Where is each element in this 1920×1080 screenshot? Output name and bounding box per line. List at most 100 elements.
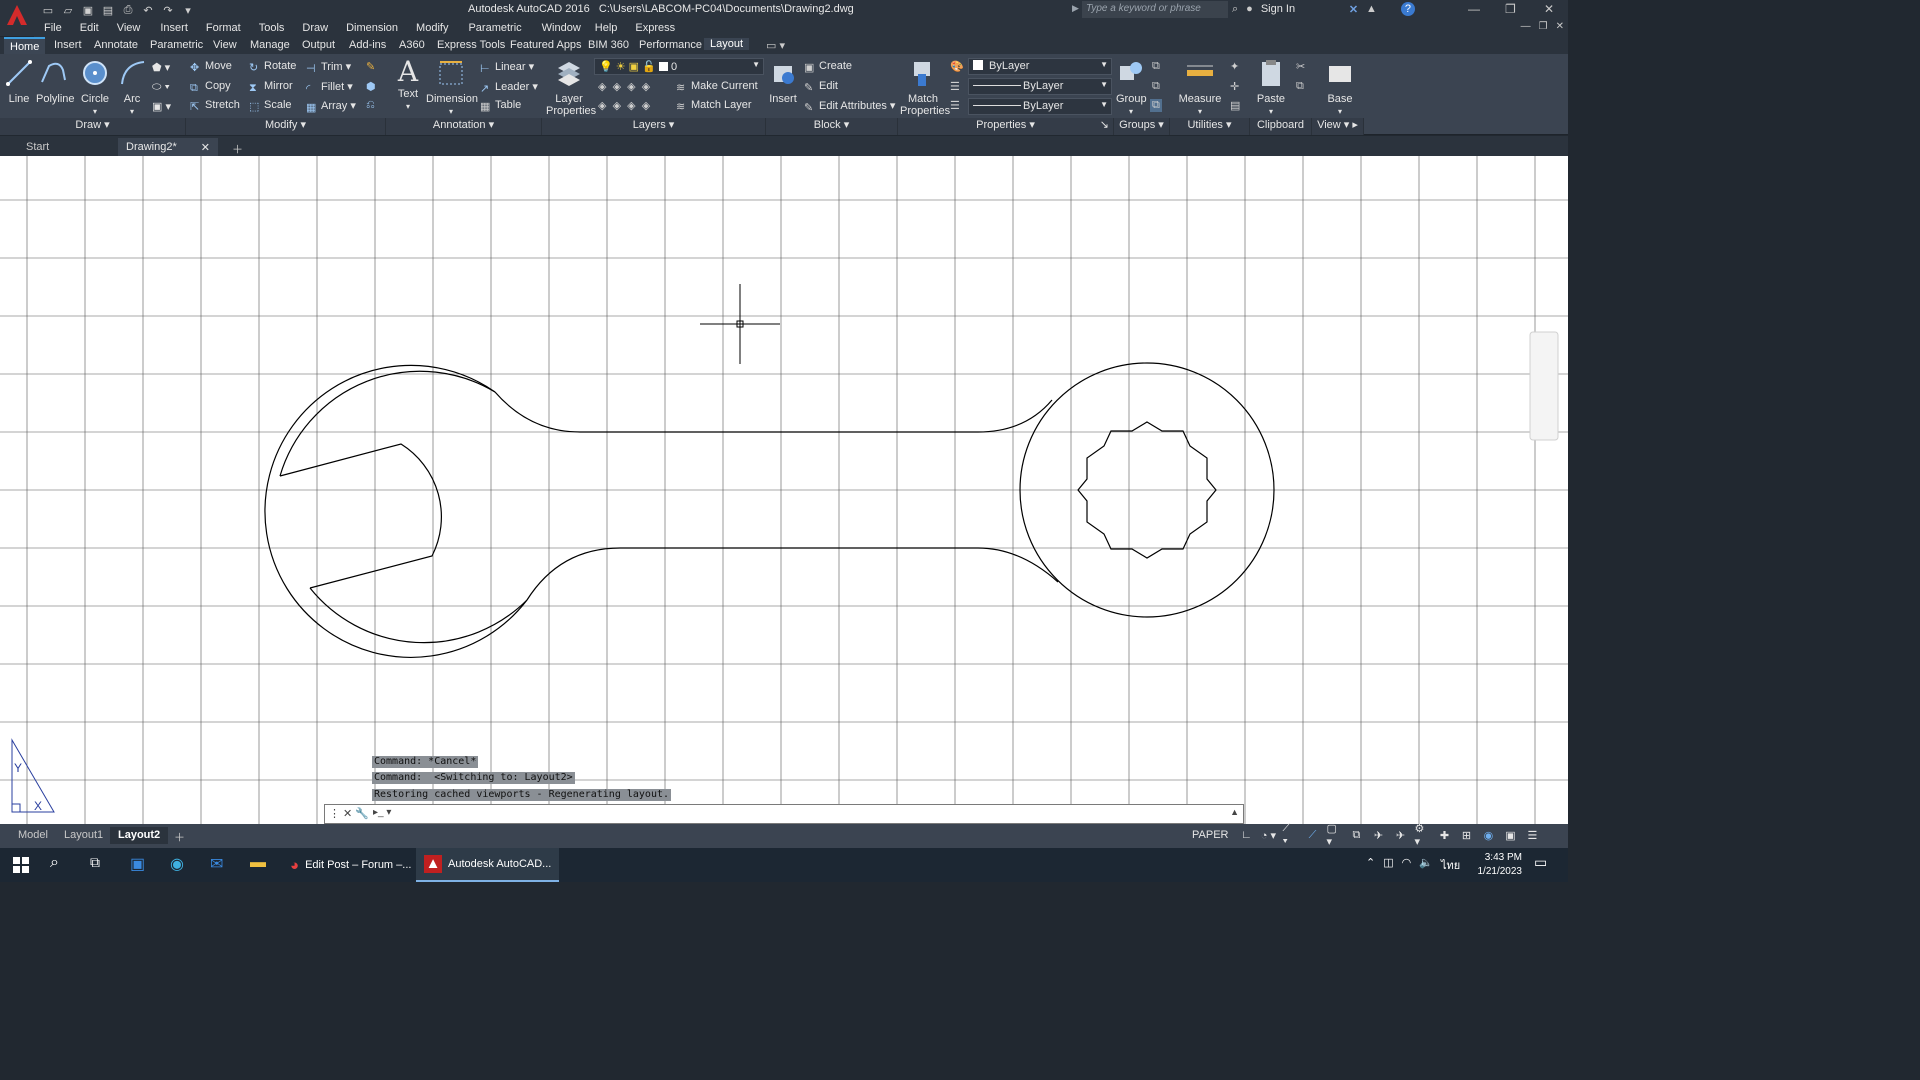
table-button[interactable]: ▦ Table xyxy=(480,99,521,113)
match-layer-button[interactable]: ≋ Match Layer xyxy=(676,99,752,113)
calculator-icon[interactable]: ▤ xyxy=(1230,99,1240,112)
menu-insert[interactable]: Insert xyxy=(160,20,188,37)
object-snap-tracking-icon[interactable]: ⟋ ▾ xyxy=(1282,822,1298,847)
open-icon[interactable]: ▱ xyxy=(60,2,76,18)
notifications-icon[interactable]: ▭ xyxy=(1534,854,1556,876)
layers-panel-label[interactable]: Layers ▾ xyxy=(542,118,766,135)
insert-tool[interactable]: Insert xyxy=(768,58,798,105)
taskbar-chrome[interactable]: ◕ Edit Post – Forum –... xyxy=(282,848,419,882)
paper-space-toggle[interactable]: PAPER xyxy=(1192,829,1228,841)
color-wheel-icon[interactable]: 🎨 xyxy=(950,60,964,73)
copy-button[interactable]: ⧉ Copy xyxy=(190,80,231,94)
polyline-tool[interactable]: Polyline xyxy=(36,58,75,105)
mail-icon[interactable]: ✉ xyxy=(210,854,232,876)
rotate-button[interactable]: ↻ Rotate xyxy=(249,60,296,74)
customization-icon[interactable]: ☰ xyxy=(1524,827,1540,843)
trim-button[interactable]: ⊣ Trim ▾ xyxy=(306,60,351,75)
explode-icon[interactable]: ⬢ xyxy=(366,80,376,93)
tab-insert[interactable]: Insert xyxy=(54,39,82,51)
tab-express-tools[interactable]: Express Tools xyxy=(437,39,505,51)
redo-icon[interactable]: ↷ xyxy=(160,2,176,18)
doc-minimize-icon[interactable]: — xyxy=(1521,21,1531,32)
ribbon-toggle-icon[interactable]: ▭ ▾ xyxy=(766,39,785,52)
command-history-toggle-icon[interactable]: ▲ xyxy=(1230,807,1239,817)
linear-button[interactable]: ⊢ Linear ▾ xyxy=(480,60,534,75)
menu-view[interactable]: View xyxy=(117,20,141,37)
tab-layout1[interactable]: Layout1 xyxy=(56,827,111,844)
paste-tool[interactable]: Paste ▾ xyxy=(1256,58,1286,117)
text-tool[interactable]: A Text ▾ xyxy=(394,56,422,112)
draw-panel-label[interactable]: Draw ▾ xyxy=(0,118,186,135)
exchange-icon[interactable]: ✕ xyxy=(1349,3,1358,16)
arc-tool[interactable]: Arc ▾ xyxy=(118,58,146,117)
qat-dropdown-icon[interactable]: ▾ xyxy=(180,2,196,18)
command-line-input[interactable]: ⋮ ✕ 🔧 ▸_ ▾ ▲ xyxy=(324,804,1244,824)
array-button[interactable]: ▦ Array ▾ xyxy=(306,99,356,114)
isometric-icon[interactable]: ⟋ xyxy=(1304,827,1320,843)
help-icon[interactable]: ? xyxy=(1400,2,1415,16)
properties-panel-label[interactable]: Properties ▾ ↘ xyxy=(898,118,1114,135)
task-view-icon[interactable]: ⧉ xyxy=(90,854,112,876)
edit-attributes-button[interactable]: ✎ Edit Attributes ▾ xyxy=(804,99,895,114)
close-icon[interactable]: ✕ xyxy=(1544,2,1554,16)
command-prompt-icon[interactable]: ▸_ ▾ xyxy=(373,807,391,818)
edge-icon[interactable]: ◉ xyxy=(170,854,192,876)
mirror-button[interactable]: ⧗ Mirror xyxy=(249,80,293,94)
search-expand-icon[interactable]: ▶ xyxy=(1072,3,1079,14)
groups-panel-label[interactable]: Groups ▾ xyxy=(1114,118,1170,135)
menu-dimension[interactable]: Dimension xyxy=(346,20,398,37)
layer-properties-tool[interactable]: Layer Properties xyxy=(546,58,596,117)
tab-start[interactable]: Start xyxy=(18,138,116,156)
minimize-icon[interactable]: — xyxy=(1468,2,1480,16)
clipboard-panel-label[interactable]: Clipboard xyxy=(1250,118,1312,135)
auto-scale-icon[interactable]: ✈ xyxy=(1392,827,1408,843)
line-tool[interactable]: Line xyxy=(4,58,34,105)
menu-edit[interactable]: Edit xyxy=(80,20,99,37)
menu-modify[interactable]: Modify xyxy=(416,20,448,37)
command-grip-icon[interactable]: ⋮ ✕ 🔧 xyxy=(329,807,369,820)
workspace-gear-icon[interactable]: ⚙ ▾ xyxy=(1414,823,1430,848)
point-icon[interactable]: ✛ xyxy=(1230,80,1239,93)
tab-performance[interactable]: Performance xyxy=(639,39,702,51)
hatch-icon[interactable]: ⬭ ▾ xyxy=(152,81,170,94)
sign-in-button[interactable]: Sign In xyxy=(1261,3,1341,15)
tab-output[interactable]: Output xyxy=(302,39,335,51)
add-layout-icon[interactable]: ＋ xyxy=(166,827,193,844)
volume-icon[interactable]: 🔈 xyxy=(1419,856,1433,874)
layer-tools-row-2[interactable]: ◈ ◈ ◈ ◈ xyxy=(598,99,650,112)
windows-start-icon[interactable] xyxy=(10,854,32,876)
measure-tool[interactable]: Measure ▾ xyxy=(1178,58,1222,117)
layer-dropdown[interactable]: 💡 ☀ ▣ 🔓 0 ▼ xyxy=(594,58,764,75)
taskbar-autocad[interactable]: ▲ Autodesk AutoCAD... xyxy=(416,848,560,882)
layer-tools-row-1[interactable]: ◈ ◈ ◈ ◈ xyxy=(598,80,650,93)
base-tool[interactable]: Base ▾ xyxy=(1324,58,1356,117)
menu-help[interactable]: Help xyxy=(595,20,618,37)
menu-tools[interactable]: Tools xyxy=(259,20,285,37)
dimension-tool[interactable]: Dimension ▾ xyxy=(426,58,478,117)
polar-tracking-icon[interactable]: ◔ ▾ xyxy=(1260,827,1276,843)
tab-view[interactable]: View xyxy=(213,39,237,51)
menu-draw[interactable]: Draw xyxy=(302,20,328,37)
search-icon[interactable]: ⌕ xyxy=(50,854,72,876)
tab-featured-apps[interactable]: Featured Apps xyxy=(510,39,582,51)
tab-a360[interactable]: A360 xyxy=(399,39,425,51)
doc-close-icon[interactable]: ✕ xyxy=(1556,21,1564,32)
save-icon[interactable]: ▣ xyxy=(80,2,96,18)
tab-model[interactable]: Model xyxy=(10,827,56,844)
menu-express[interactable]: Express xyxy=(635,20,675,37)
lineweight-dropdown[interactable]: ByLayer ▼ xyxy=(968,98,1112,115)
tab-bim360[interactable]: BIM 360 xyxy=(588,39,629,51)
units-icon[interactable]: ⊞ xyxy=(1458,827,1474,843)
annotation-scale-icon[interactable]: ✈ xyxy=(1370,827,1386,843)
create-block-button[interactable]: ▣ Create xyxy=(804,60,852,74)
circle-tool[interactable]: Circle ▾ xyxy=(78,58,112,117)
taskbar-clock[interactable]: 3:43 PM 1/21/2023 xyxy=(1478,851,1523,879)
ungroup-icon[interactable]: ⧉ xyxy=(1152,60,1160,73)
leader-button[interactable]: ↗ Leader ▾ xyxy=(480,80,538,95)
meet-now-icon[interactable]: ◫ xyxy=(1383,856,1393,874)
menu-format[interactable]: Format xyxy=(206,20,241,37)
a360-icon[interactable]: ▲ xyxy=(1366,3,1377,15)
hardware-acceleration-icon[interactable]: ◉ xyxy=(1480,827,1496,843)
drawing-canvas[interactable]: Y X Command: *Cancel* Command: <Switchin… xyxy=(0,156,1568,824)
tab-layout[interactable]: Layout xyxy=(704,38,750,50)
